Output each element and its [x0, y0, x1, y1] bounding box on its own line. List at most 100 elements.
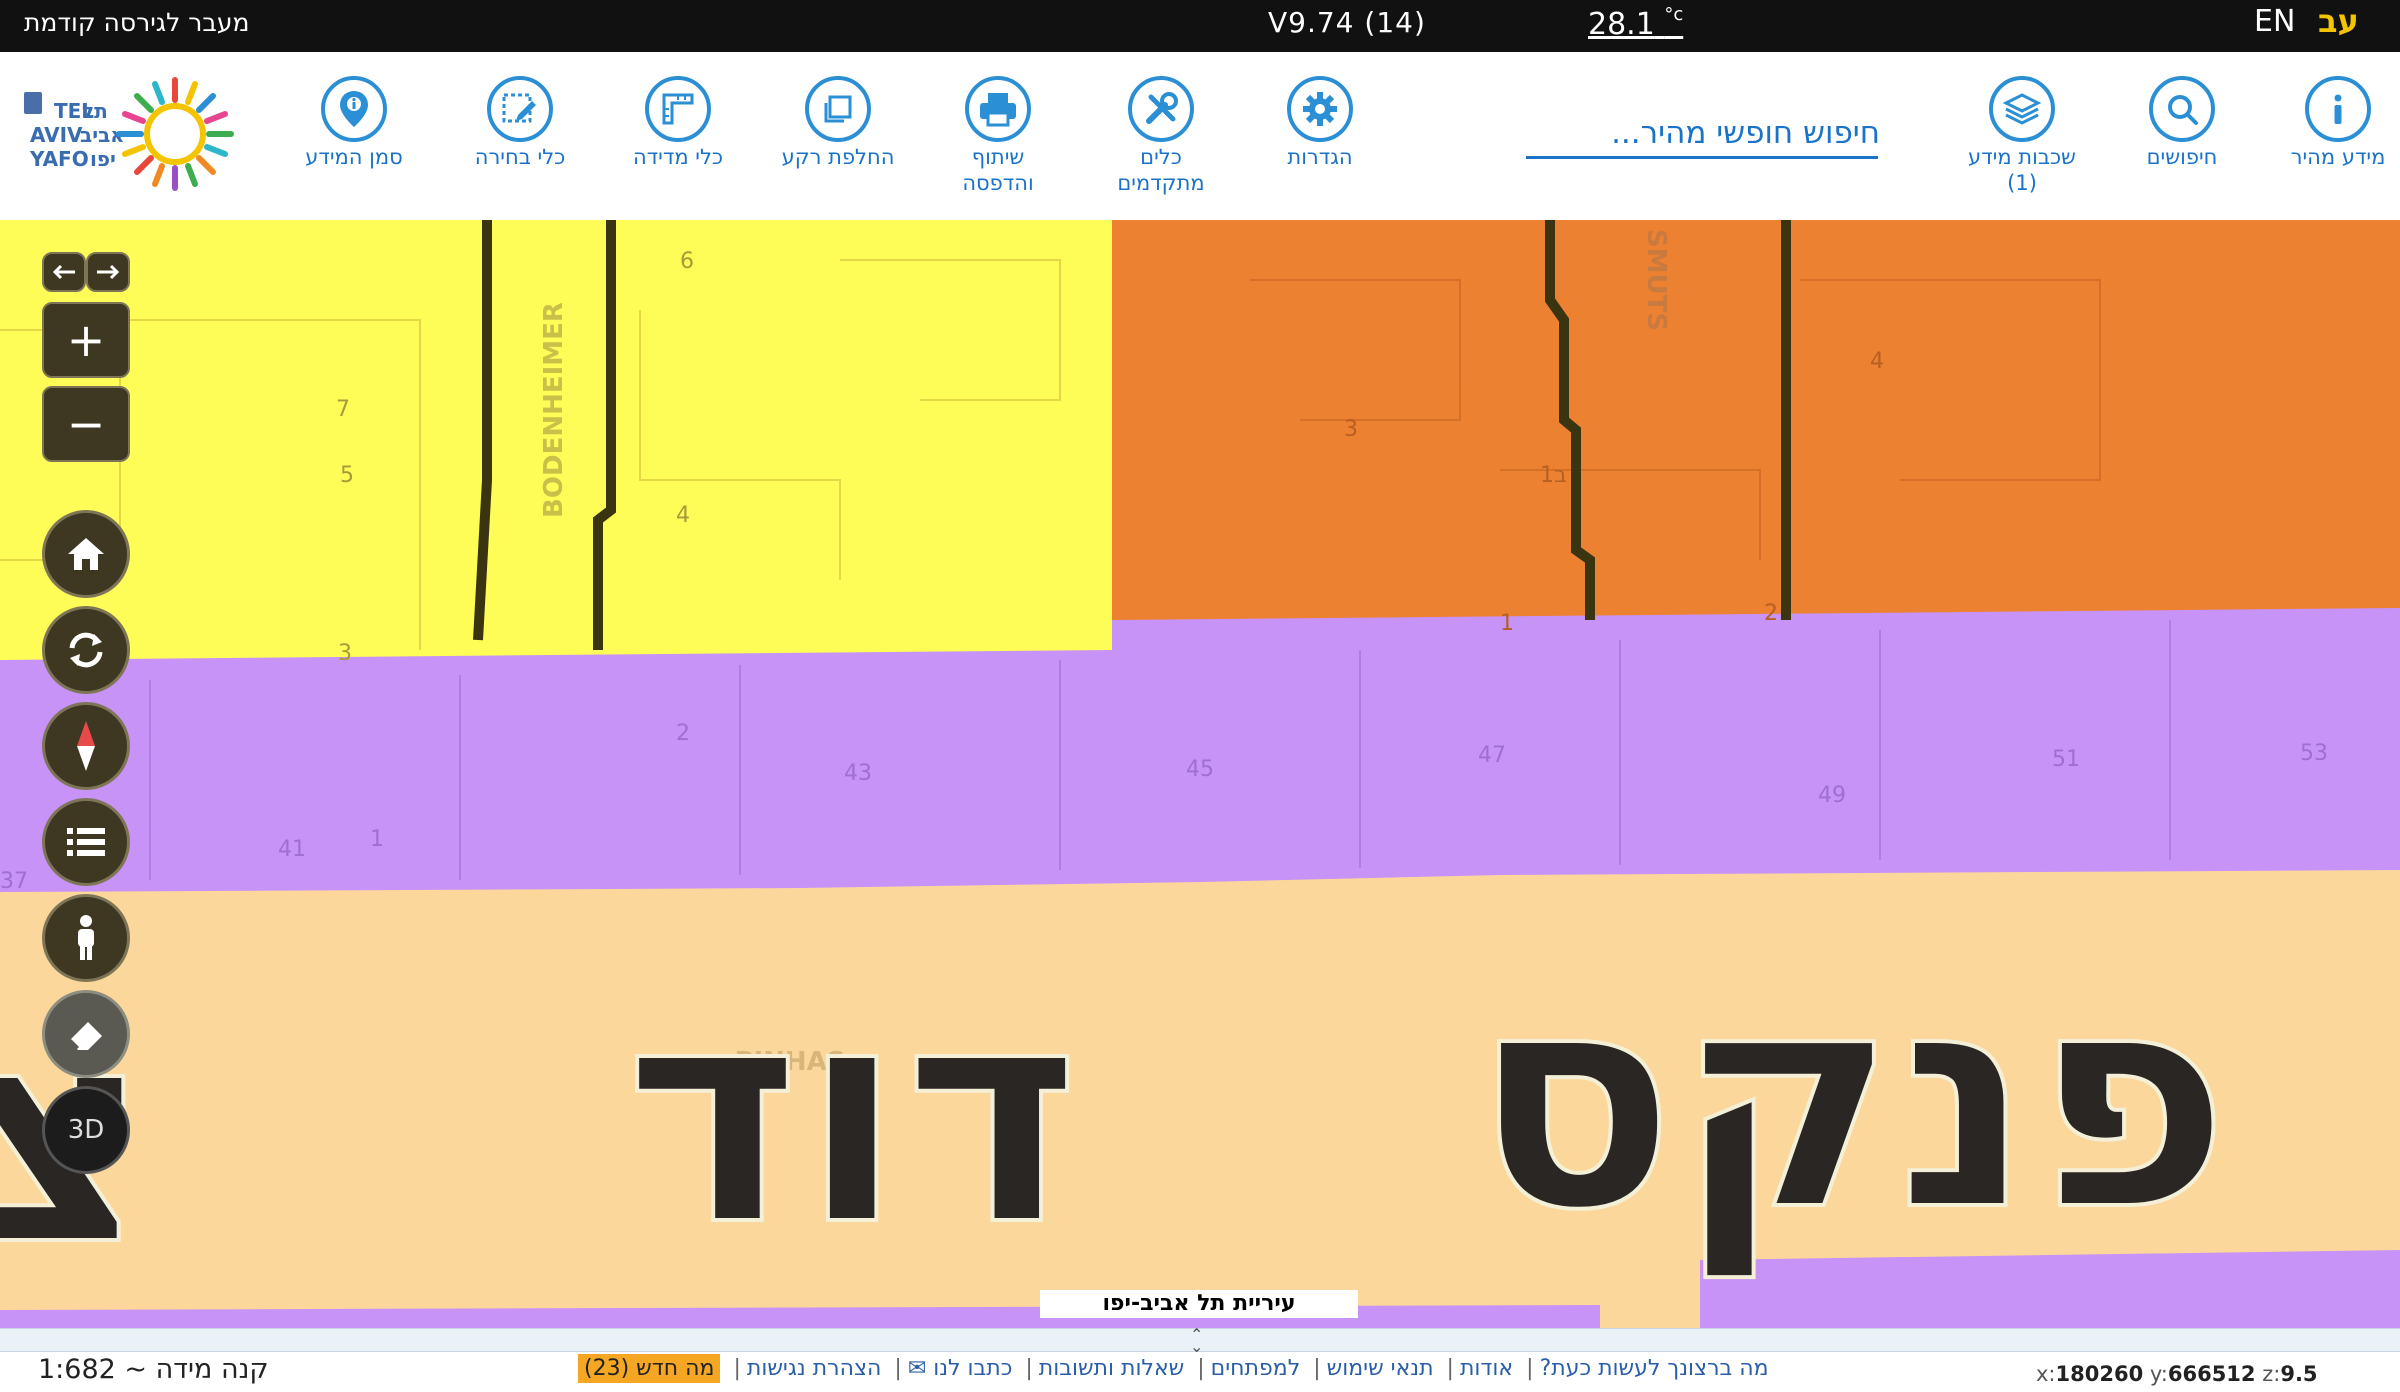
back-arrow-button[interactable]: [42, 252, 86, 292]
svg-text:51: 51: [2052, 747, 2080, 772]
selection-tools-label: כלי בחירה: [474, 145, 566, 169]
3d-mode-button[interactable]: 3D: [42, 1086, 130, 1174]
footer-link-developers[interactable]: למפתחים: [1211, 1356, 1301, 1381]
main-toolbar: TEL תל AVIV אביב YAFO יפו סמן המידע כלי …: [0, 52, 2400, 222]
language-he-button[interactable]: עב: [2318, 2, 2359, 40]
ruler-icon: [645, 76, 711, 142]
settings-button[interactable]: הגדרות: [1240, 76, 1400, 170]
eraser-icon: [68, 1022, 102, 1050]
info-layers-count: (1): [2007, 171, 2037, 195]
basemap-layers-icon: [805, 76, 871, 142]
street-name-pinkas: פנקס: [1472, 927, 2230, 1280]
street-name-david: דוד: [624, 942, 1080, 1291]
advanced-tools-label-line1: כלים: [1140, 145, 1182, 169]
advanced-tools-label: כלים מתקדמים: [1081, 144, 1241, 196]
street-view-button[interactable]: [42, 894, 130, 982]
panel-resize-bar[interactable]: ⌃ ⌄: [0, 1327, 2400, 1355]
svg-text:4: 4: [676, 503, 690, 528]
tel-aviv-logo-graphic: TEL תל AVIV אביב YAFO יפו: [24, 77, 234, 191]
svg-text:45: 45: [1186, 757, 1214, 782]
footer-bar: ⌃ ⌄ קנה מידה ~ 1:682 מה ברצונך לעשות כעת?…: [0, 1327, 2400, 1392]
select-edit-icon: [487, 76, 553, 142]
quick-info-button[interactable]: מידע מהיר: [2258, 76, 2400, 170]
selection-tools-button[interactable]: כלי בחירה: [440, 76, 600, 170]
svg-text:49: 49: [1818, 783, 1846, 808]
previous-version-link[interactable]: מעבר לגירסה קודמת: [24, 8, 249, 37]
share-print-button[interactable]: שיתוף והדפסה: [918, 76, 1078, 196]
svg-text:6: 6: [680, 249, 694, 274]
legend-list-button[interactable]: [42, 798, 130, 886]
svg-text:1ב: 1ב: [1540, 463, 1567, 488]
svg-text:41: 41: [278, 837, 306, 862]
language-en-button[interactable]: EN: [2254, 4, 2295, 39]
whats-new-badge[interactable]: מה חדש (23): [578, 1354, 721, 1383]
map-coordinates: x:180260 y:666512 z:9.5: [2036, 1362, 2318, 1386]
share-print-label-line2: והדפסה: [962, 171, 1034, 195]
advanced-tools-button[interactable]: כלים מתקדמים: [1081, 76, 1241, 196]
svg-text:2: 2: [1764, 601, 1778, 626]
compass-button[interactable]: [42, 702, 130, 790]
info-marker-button[interactable]: סמן המידע: [274, 76, 434, 170]
version-label: V9.74 (14): [1268, 6, 1426, 39]
svg-text:3: 3: [1344, 417, 1358, 442]
tel-aviv-logo[interactable]: TEL תל AVIV אביב YAFO יפו: [20, 76, 250, 201]
layers-icon: [1989, 76, 2055, 142]
searches-label: חיפושים: [2146, 145, 2218, 169]
svg-text:4: 4: [1870, 349, 1884, 374]
footer-link-terms[interactable]: תנאי שימוש: [1327, 1356, 1434, 1381]
advanced-tools-label-line2: מתקדמים: [1117, 171, 1205, 195]
map-canvas[interactable]: BODENHEIMER SMUTS PINHAS 67543 3 4 1 1ב 2 24…: [0, 220, 2400, 1328]
footer-link-accessibility[interactable]: הצהרת נגישות: [747, 1356, 882, 1381]
basemap-switch-label: החלפת רקע: [781, 145, 895, 169]
resize-handle-icon[interactable]: ⌃ ⌄: [1190, 1327, 1203, 1355]
home-button[interactable]: [42, 510, 130, 598]
printer-icon: [965, 76, 1031, 142]
info-layers-button[interactable]: שכבות מידע (1): [1942, 76, 2102, 196]
temperature-unit: °c: [1664, 4, 1684, 25]
quick-search-field[interactable]: [1526, 108, 1882, 159]
street-label-bodenheimer: BODENHEIMER: [539, 302, 569, 518]
search-icon: [2149, 76, 2215, 142]
footer-links: מה ברצונך לעשות כעת?| אודות| תנאי שימוש|…: [578, 1354, 1769, 1383]
measure-tools-button[interactable]: כלי מדידה: [598, 76, 758, 170]
footer-link-contact[interactable]: כתבו לנו ✉: [908, 1356, 1013, 1381]
footer-link-what-to-do[interactable]: מה ברצונך לעשות כעת?: [1540, 1356, 1769, 1381]
arrow-right-icon: [97, 264, 120, 280]
svg-text:2: 2: [676, 721, 690, 746]
svg-text:תל: תל: [82, 99, 108, 123]
info-marker-label: סמן המידע: [305, 145, 403, 169]
forward-arrow-button[interactable]: [86, 252, 130, 292]
svg-text:5: 5: [340, 463, 354, 488]
coord-x: 180260: [2055, 1362, 2144, 1386]
coord-x-label: x:: [2036, 1362, 2056, 1386]
info-layers-label-line1: שכבות מידע: [1968, 145, 2076, 169]
svg-text:AVIV: AVIV: [30, 123, 83, 147]
arrow-left-icon: [52, 264, 75, 280]
temperature-value: 28.1: [1588, 7, 1655, 42]
footer-link-about[interactable]: אודות: [1460, 1356, 1513, 1381]
tools-icon: [1128, 76, 1194, 142]
basemap-switch-button[interactable]: החלפת רקע: [758, 76, 918, 170]
map-attribution: עיריית תל אביב-יפו: [1040, 1290, 1358, 1318]
measure-tools-label: כלי מדידה: [632, 145, 724, 169]
zoom-out-button[interactable]: −: [42, 386, 130, 462]
refresh-button[interactable]: [42, 606, 130, 694]
coord-y: 666512: [2167, 1362, 2256, 1386]
svg-text:53: 53: [2300, 741, 2328, 766]
info-layers-label: שכבות מידע (1): [1942, 144, 2102, 196]
eraser-button[interactable]: [42, 990, 130, 1078]
zoom-in-button[interactable]: +: [42, 302, 130, 378]
quick-search-input[interactable]: [1526, 108, 1882, 158]
searches-button[interactable]: חיפושים: [2102, 76, 2262, 170]
refresh-icon: [69, 632, 103, 668]
coord-z-label: z:: [2262, 1362, 2281, 1386]
home-icon: [68, 538, 104, 570]
footer-link-faq[interactable]: שאלות ותשובות: [1039, 1356, 1184, 1381]
svg-text:47: 47: [1478, 743, 1506, 768]
compass-icon: [77, 721, 95, 771]
info-icon: [2305, 76, 2371, 142]
svg-text:1: 1: [370, 827, 384, 852]
map-scale: קנה מידה ~ 1:682: [38, 1354, 269, 1385]
svg-text:1: 1: [1500, 611, 1514, 636]
temperature-link[interactable]: 28.1 °c: [1588, 4, 1683, 42]
